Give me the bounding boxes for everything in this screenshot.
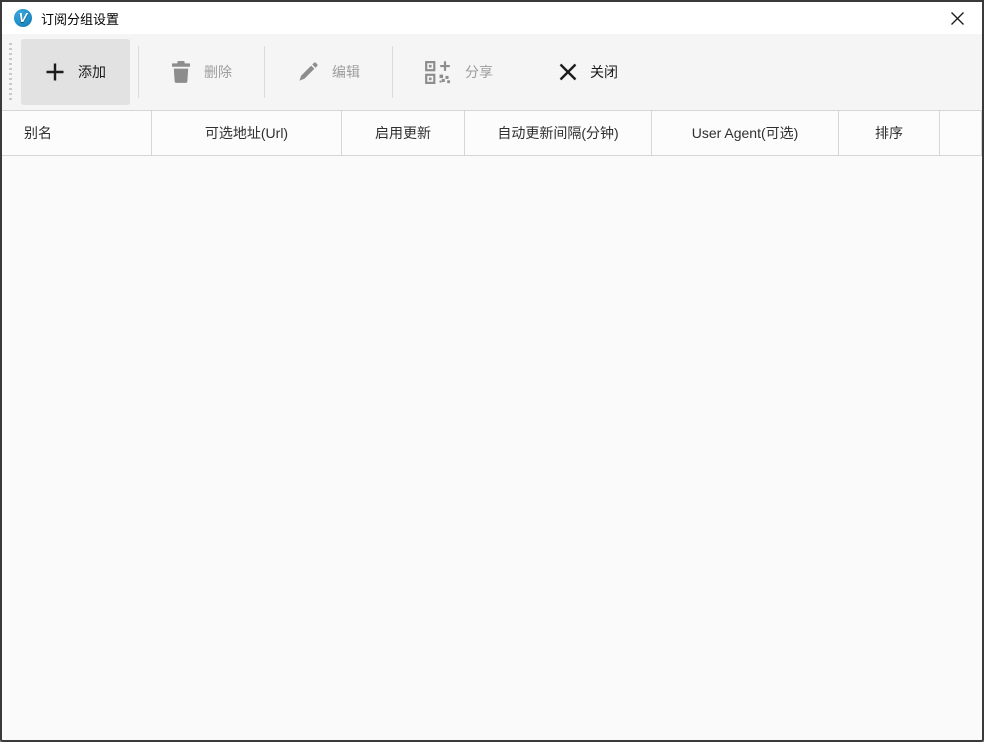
close-button[interactable]: 关闭 [535,39,642,105]
close-icon [559,63,577,81]
column-header-sort[interactable]: 排序 [839,111,940,155]
delete-button[interactable]: 删除 [147,39,256,105]
window-close-icon [950,11,965,26]
grid-body-empty [2,156,982,740]
qr-share-icon [425,61,452,84]
share-button-label: 分享 [465,62,493,82]
toolbar-divider [264,46,265,98]
window-close-button[interactable] [940,3,974,33]
edit-button[interactable]: 编辑 [273,39,384,105]
trash-icon [171,61,191,83]
pencil-icon [297,61,319,83]
toolbar-divider [138,46,139,98]
plus-icon [45,62,65,82]
titlebar: V 订阅分组设置 [2,2,982,34]
share-button[interactable]: 分享 [401,39,517,105]
app-logo-icon: V [14,9,32,27]
subscription-group-settings-window: V 订阅分组设置 添加 [0,0,984,742]
window-title: 订阅分组设置 [41,9,119,28]
close-button-label: 关闭 [590,62,618,82]
toolbar-divider [392,46,393,98]
toolbar: 添加 删除 [2,34,982,110]
column-header-enable-update[interactable]: 启用更新 [342,111,465,155]
toolbar-grip-handle[interactable] [9,43,12,101]
edit-button-label: 编辑 [332,62,360,82]
column-header-user-agent[interactable]: User Agent(可选) [652,111,839,155]
add-button-label: 添加 [78,62,106,82]
column-header-filler [940,111,982,155]
grid-header-row: 别名 可选地址(Url) 启用更新 自动更新间隔(分钟) User Agent(… [2,110,982,156]
column-header-url[interactable]: 可选地址(Url) [152,111,342,155]
column-header-update-interval[interactable]: 自动更新间隔(分钟) [465,111,652,155]
delete-button-label: 删除 [204,62,232,82]
add-button[interactable]: 添加 [21,39,130,105]
column-header-alias[interactable]: 别名 [2,111,152,155]
